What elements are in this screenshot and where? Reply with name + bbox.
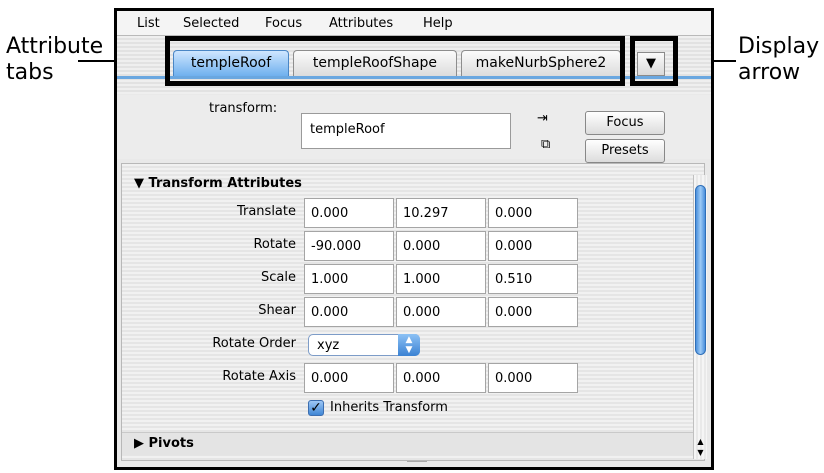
menu-attributes[interactable]: Attributes bbox=[329, 16, 393, 31]
rotate-order-label: Rotate Order bbox=[212, 336, 296, 351]
shear-z-field[interactable]: 0.000 bbox=[488, 297, 578, 327]
shear-label: Shear bbox=[258, 303, 296, 318]
callout-line-2: tabs bbox=[6, 60, 54, 85]
callout-line-1: Display bbox=[738, 34, 820, 59]
scroll-up-icon[interactable]: ▲ bbox=[695, 437, 706, 446]
rotate-x-field[interactable]: -90.000 bbox=[304, 231, 394, 261]
pivots-label: Pivots bbox=[148, 436, 194, 451]
copy-tab-icon[interactable]: ⧉ bbox=[541, 137, 550, 152]
vertical-scrollbar[interactable]: ▲ ▼ bbox=[693, 175, 707, 459]
transform-label: transform: bbox=[209, 101, 278, 116]
rotate-label: Rotate bbox=[253, 237, 296, 252]
translate-y-field[interactable]: 10.297 bbox=[396, 198, 486, 228]
menu-list[interactable]: List bbox=[137, 16, 160, 31]
callout-line-1: Attribute bbox=[6, 34, 104, 59]
scrollbar-thumb[interactable] bbox=[695, 185, 706, 355]
inherits-transform-label: Inherits Transform bbox=[330, 400, 448, 415]
rotate-axis-x-field[interactable]: 0.000 bbox=[304, 363, 394, 393]
load-attributes-icon[interactable]: ⇥ bbox=[537, 111, 548, 126]
focus-button[interactable]: Focus bbox=[585, 111, 665, 135]
arrow-highlight-box bbox=[630, 36, 678, 86]
rotate-axis-z-field[interactable]: 0.000 bbox=[488, 363, 578, 393]
scale-y-field[interactable]: 1.000 bbox=[396, 264, 486, 294]
pivots-section-header[interactable]: ▶ Pivots bbox=[122, 432, 704, 455]
display-arrow-callout: Display arrow bbox=[738, 34, 819, 86]
section-title: Transform Attributes bbox=[148, 176, 302, 191]
rotate-axis-y-field[interactable]: 0.000 bbox=[396, 363, 486, 393]
checkmark-icon: ✓ bbox=[310, 400, 322, 416]
scale-x-field[interactable]: 1.000 bbox=[304, 264, 394, 294]
shear-x-field[interactable]: 0.000 bbox=[304, 297, 394, 327]
transform-attributes-header[interactable]: ▼ Transform Attributes bbox=[134, 176, 302, 191]
menu-help[interactable]: Help bbox=[423, 16, 453, 31]
menu-focus[interactable]: Focus bbox=[265, 16, 302, 31]
scroll-down-icon[interactable]: ▼ bbox=[695, 448, 706, 457]
rotate-order-value: xyz bbox=[317, 338, 340, 353]
translate-x-field[interactable]: 0.000 bbox=[304, 198, 394, 228]
scale-label: Scale bbox=[261, 270, 296, 285]
scale-z-field[interactable]: 0.510 bbox=[488, 264, 578, 294]
callout-line-2: arrow bbox=[738, 60, 801, 85]
attribute-editor-window: List Selected Focus Attributes Help temp… bbox=[114, 8, 714, 470]
rotate-z-field[interactable]: 0.000 bbox=[488, 231, 578, 261]
rotate-axis-label: Rotate Axis bbox=[222, 369, 296, 384]
triangle-down-icon: ▼ bbox=[134, 176, 144, 191]
shear-y-field[interactable]: 0.000 bbox=[396, 297, 486, 327]
transform-name-field[interactable]: templeRoof bbox=[301, 113, 511, 149]
menu-selected[interactable]: Selected bbox=[183, 16, 239, 31]
translate-z-field[interactable]: 0.000 bbox=[488, 198, 578, 228]
rotate-order-select[interactable]: xyz ▲ ▼ bbox=[308, 334, 420, 356]
transform-header: transform: templeRoof ⇥ ⧉ Focus Presets bbox=[117, 95, 711, 163]
tabs-highlight-box bbox=[165, 36, 625, 86]
pivots-header: ▶ Pivots bbox=[134, 436, 194, 451]
menubar: List Selected Focus Attributes Help bbox=[117, 11, 711, 36]
rotate-y-field[interactable]: 0.000 bbox=[396, 231, 486, 261]
translate-label: Translate bbox=[236, 204, 296, 219]
presets-button[interactable]: Presets bbox=[585, 139, 665, 163]
attribute-panel: ▼ Transform Attributes Translate 0.000 1… bbox=[121, 163, 705, 461]
updown-arrows-icon: ▲ ▼ bbox=[398, 334, 420, 356]
resize-grip[interactable] bbox=[407, 461, 427, 467]
inherits-transform-checkbox[interactable]: ✓ bbox=[308, 400, 324, 416]
attribute-tabstrip: templeRoof templeRoofShape makeNurbSpher… bbox=[117, 36, 711, 94]
triangle-right-icon: ▶ bbox=[134, 436, 144, 451]
